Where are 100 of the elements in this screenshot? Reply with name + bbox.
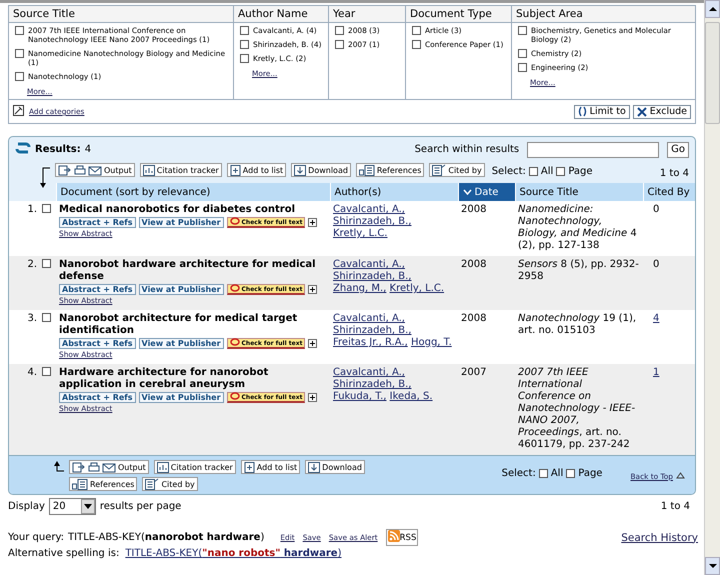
checkbox[interactable] [15,26,24,35]
document-title: Nanorobot architecture for medical target identification [59,313,298,337]
checkbox[interactable] [15,72,24,81]
up-arrow-icon [708,6,716,12]
document-icon [358,164,375,176]
toolbar-button[interactable]: Cited by [429,163,485,177]
checkbox[interactable] [518,49,527,58]
checkbox[interactable] [42,204,51,213]
action-button[interactable]: Abstract + Refs [59,284,136,295]
checkbox[interactable] [335,40,344,49]
checkbox[interactable] [240,40,249,49]
go-button[interactable]: Go [667,142,689,158]
checkbox[interactable] [538,469,548,478]
ring-icon [230,217,240,227]
expand-icon[interactable] [308,218,318,227]
action-button[interactable]: View at Publisher [138,217,224,228]
toolbar-button[interactable]: Citation tracker [140,163,222,177]
action-button[interactable]: Abstract + Refs [59,392,136,403]
checkbox[interactable] [15,49,24,58]
column-header[interactable]: Source Title [515,183,643,201]
checkbox-label: Page [578,468,602,479]
author-link[interactable]: Shirinzadeh, B., [333,271,412,282]
author-link[interactable]: Kretly, L.C. [390,283,444,294]
checkbox[interactable] [412,26,421,35]
author-link[interactable]: Zhang, M., [333,283,386,294]
author-link[interactable]: Cavalcanti, A., [333,204,405,215]
toolbar-button[interactable]: References [356,163,424,177]
column-header[interactable]: Date [458,183,515,201]
author-link[interactable]: Ikeda, S. [390,391,433,402]
toolbar-button[interactable]: Download [291,163,351,177]
action-button[interactable]: View at Publisher [138,284,224,295]
checkbox[interactable] [556,167,566,176]
author-link[interactable]: Shirinzadeh, B., [333,216,412,227]
toolbar-button[interactable]: Add to list [240,460,300,474]
up-arrow-icon [53,461,65,473]
author-link[interactable]: Hogg, T. [410,337,452,348]
toolbar-button[interactable]: Cited by [142,477,198,491]
expand-icon[interactable] [308,393,318,402]
column-header[interactable]: Cited By [643,183,695,201]
checkbox[interactable] [528,167,538,176]
checkbox[interactable] [518,63,527,72]
display-label: Display [8,501,45,512]
search-field[interactable] [527,142,660,158]
toolbar-button[interactable]: Output [69,460,149,474]
author-link[interactable]: Cavalcanti, A., [333,259,405,270]
author-link[interactable]: Shirinzadeh, B., [333,379,412,390]
display-label: results per page [100,501,182,512]
download-icon [294,164,306,176]
result-range: 1 to 4 [660,168,689,179]
document-title: Hardware architecture for nanorobot application in cerebral aneurysm [59,367,270,391]
per-page-dropdown[interactable]: 20 [48,498,96,515]
cited-by-link[interactable]: 1 [653,367,660,378]
checkbox[interactable] [240,26,249,35]
action-button[interactable]: View at Publisher [138,338,224,349]
toolbar-button[interactable]: Download [305,460,365,474]
checkbox[interactable] [412,40,421,49]
author-link[interactable]: Cavalcanti, A., [333,367,405,378]
checkbox[interactable] [42,259,51,268]
checkbox[interactable] [335,26,344,35]
row-number: 2. [27,259,37,270]
checkbox[interactable] [566,469,576,478]
action-button[interactable]: View at Publisher [138,392,224,403]
limit-button[interactable]: Limit to [574,104,630,118]
document-icon [432,164,446,176]
author-link[interactable]: Shirinzadeh, B., [333,325,412,336]
ring-icon [230,392,240,402]
scrollbar-thumb[interactable] [705,22,720,124]
facet-heading: Year [329,6,405,23]
action-button[interactable]: Abstract + Refs [59,217,136,228]
checkbox[interactable] [518,26,527,35]
expand-icon[interactable] [308,339,318,348]
action-button[interactable]: Abstract + Refs [59,338,136,349]
toolbar-button[interactable]: Output [55,163,135,177]
checkbox[interactable] [42,313,51,322]
expand-icon[interactable] [308,285,318,294]
document-title: Medical nanorobotics for diabetes control [59,204,296,216]
author-link[interactable]: Fukuda, T., [333,391,386,402]
checkbox[interactable] [240,54,249,63]
table-cell: 2008 [458,310,515,364]
cited-by-link[interactable]: 4 [653,313,660,324]
exclude-button[interactable]: Exclude [632,104,691,118]
checkbox[interactable] [42,367,51,376]
rss-button[interactable]: RSS [386,529,418,546]
author-link[interactable]: Kretly, L.C. [333,228,388,239]
results-count: 4 [84,144,92,155]
search-history-link[interactable]: Search History [621,532,698,544]
author-link[interactable]: Cavalcanti, A., [333,313,405,324]
column-header[interactable]: Document (sort by relevance) [56,183,330,201]
toolbar-button[interactable]: References [69,477,138,491]
add-icon [230,164,241,176]
toolbar-button[interactable]: Add to list [226,163,286,177]
cited-by-count: 0 [653,259,660,270]
row-number: 1. [27,204,37,215]
alternative-spelling-link[interactable]: TITLE-ABS-KEY("nano robots" hardware) [125,548,342,559]
feed-icon [388,530,400,545]
author-link[interactable]: Freitas Jr., R.A., [333,337,408,348]
scrollbar[interactable] [704,0,720,575]
toolbar-button[interactable]: Citation tracker [154,460,236,474]
column-header[interactable]: Author(s) [330,183,458,201]
chart-icon [156,462,169,472]
